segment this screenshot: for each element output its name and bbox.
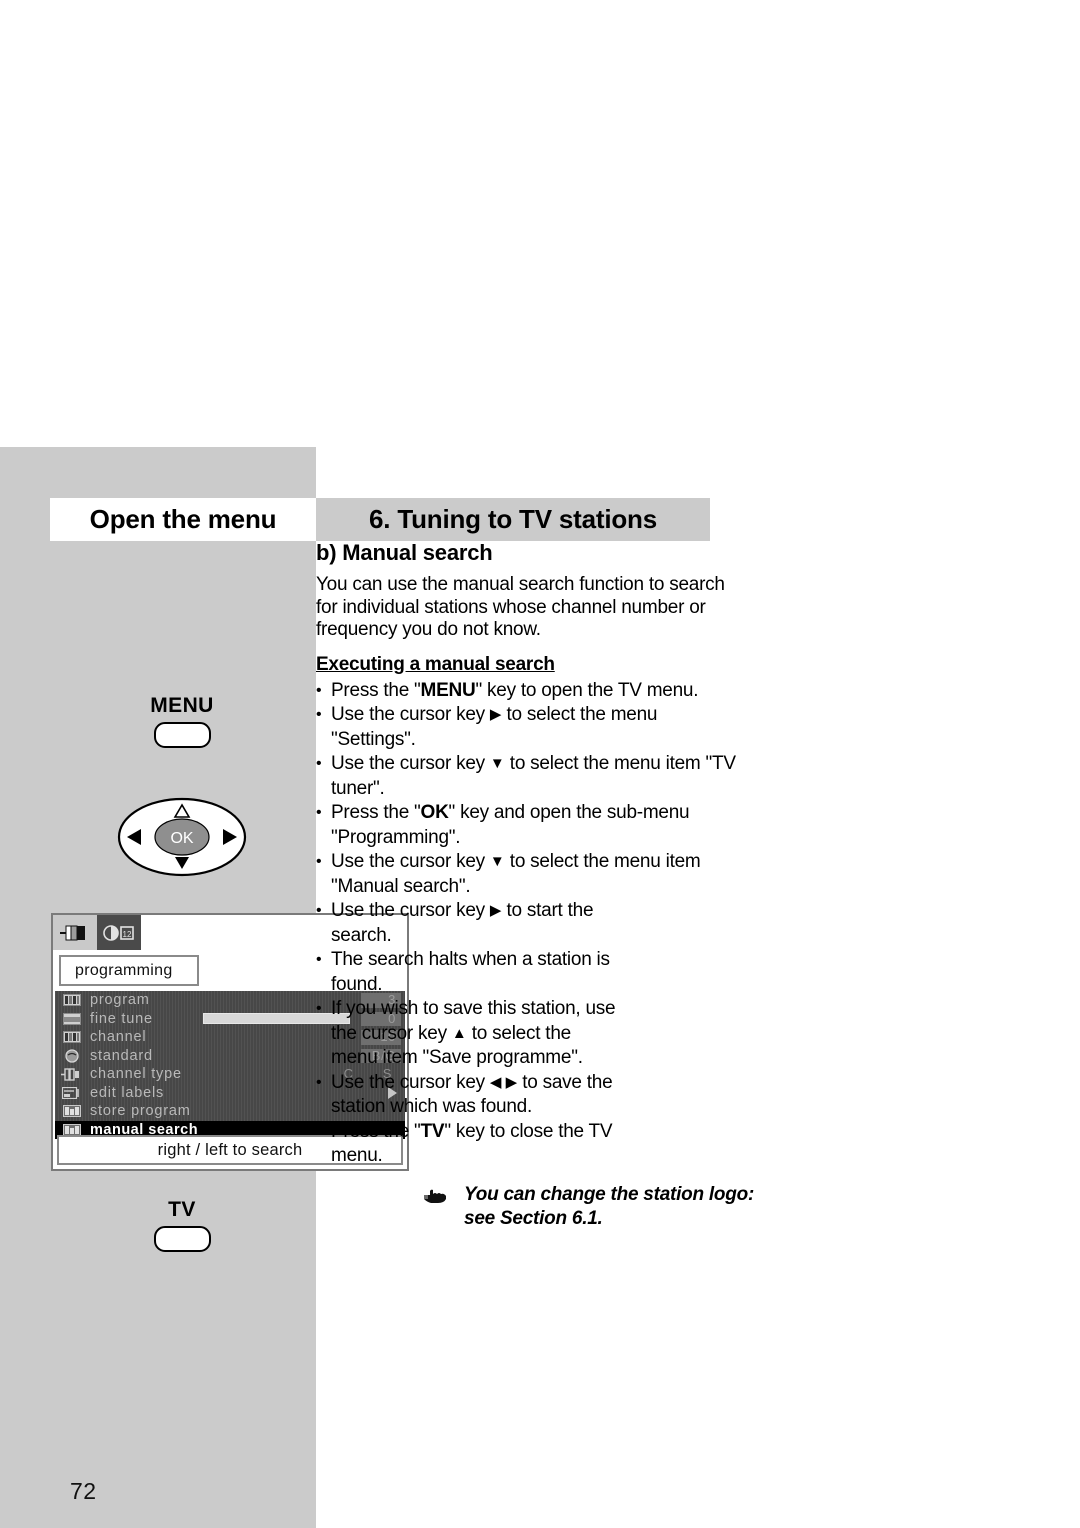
list-item: Use the cursor key ◀ ▶ to save the stati…	[316, 1071, 616, 1120]
list-item: If you wish to save this station, use th…	[316, 997, 616, 1071]
tv-osd-tabbar: 12	[53, 915, 141, 950]
note-block: You can change the station logo: see Sec…	[420, 1183, 764, 1231]
tab-tv-tuner[interactable]: 12	[97, 915, 141, 950]
ok-button-label: OK	[170, 830, 193, 847]
left-right-arrow-icon: ◀ ▶	[489, 1073, 518, 1091]
tv-menu-label: fine tune	[90, 1010, 153, 1027]
list-item: The search halts when a station is found…	[316, 948, 616, 997]
page-number: 72	[70, 1478, 97, 1504]
tv-menu-label: channel	[90, 1029, 147, 1046]
steps-list: Press the "MENU" key to open the TV menu…	[316, 679, 736, 900]
up-arrow-icon: ▲	[451, 1024, 467, 1042]
menu-key-label: MENU	[150, 694, 214, 717]
list-item: Use the cursor key ▼ to select the menu …	[316, 850, 736, 899]
tv-key-label: TV	[168, 1198, 196, 1221]
header-right-banner: 6. Tuning to TV stations	[316, 498, 710, 541]
channel-type-icon	[61, 1067, 83, 1081]
note-text: You can change the station logo: see Sec…	[464, 1183, 755, 1229]
section-title: b) Manual search	[316, 540, 493, 565]
list-item: Use the cursor key ▶ to start the search…	[316, 899, 616, 948]
program-icon	[61, 993, 83, 1007]
tv-key-button[interactable]	[153, 1226, 211, 1252]
section-subtitle: Executing a manual search	[316, 653, 555, 675]
list-item: Press the "TV" key to close the TV menu.	[316, 1120, 616, 1169]
key-name: TV	[420, 1120, 445, 1142]
tv-key-illustration: TV	[133, 1198, 231, 1252]
store-program-icon	[61, 1104, 83, 1118]
fine-tune-icon	[61, 1012, 83, 1026]
header-left-title: Open the menu	[89, 504, 277, 534]
contrast-slider-icon	[60, 925, 85, 940]
channel-icon	[61, 1030, 83, 1044]
right-arrow-icon: ▶	[489, 706, 502, 723]
header-right-title: 6. Tuning to TV stations	[369, 504, 657, 534]
tv-menu-label: program	[90, 992, 150, 1009]
standard-icon	[61, 1049, 83, 1063]
menu-key-illustration: MENU	[133, 694, 231, 748]
svg-text:12: 12	[123, 930, 132, 939]
section-intro: You can use the manual search function t…	[316, 574, 725, 640]
list-item: Use the cursor key ▶ to select the menu …	[316, 703, 736, 752]
list-item: Press the "OK" key and open the sub-menu…	[316, 801, 736, 850]
tv-menu-label: channel type	[90, 1066, 182, 1083]
menu-key-button[interactable]	[153, 722, 211, 748]
tv-menu-label: standard	[90, 1047, 153, 1064]
tab-picture-settings[interactable]	[53, 915, 97, 950]
header-left-banner: Open the menu	[50, 498, 316, 541]
down-arrow-icon: ▼	[489, 755, 505, 772]
tuner-channel-icon: 12	[103, 924, 134, 941]
edit-labels-icon	[61, 1086, 83, 1100]
main-content: b) Manual search You can use the manual …	[316, 540, 754, 1231]
list-item: Use the cursor key ▼ to select the menu …	[316, 752, 736, 801]
tv-osd-heading: programming	[59, 955, 199, 986]
cursor-pad-illustration: OK	[117, 797, 247, 877]
pointing-hand-icon	[422, 1185, 452, 1205]
cursor-pad-svg: OK	[117, 797, 247, 877]
list-item: Press the "MENU" key to open the TV menu…	[316, 679, 736, 704]
manual-page: Open the menu 6. Tuning to TV stations M…	[0, 0, 1080, 1528]
steps-list-indented: Use the cursor key ▶ to start the search…	[316, 899, 616, 1169]
right-arrow-icon: ▶	[489, 902, 502, 919]
key-name: OK	[420, 802, 449, 823]
tv-menu-label: edit labels	[90, 1084, 165, 1101]
down-arrow-icon: ▼	[489, 853, 505, 870]
key-name: MENU	[420, 679, 476, 701]
tv-menu-label: store program	[90, 1103, 191, 1120]
